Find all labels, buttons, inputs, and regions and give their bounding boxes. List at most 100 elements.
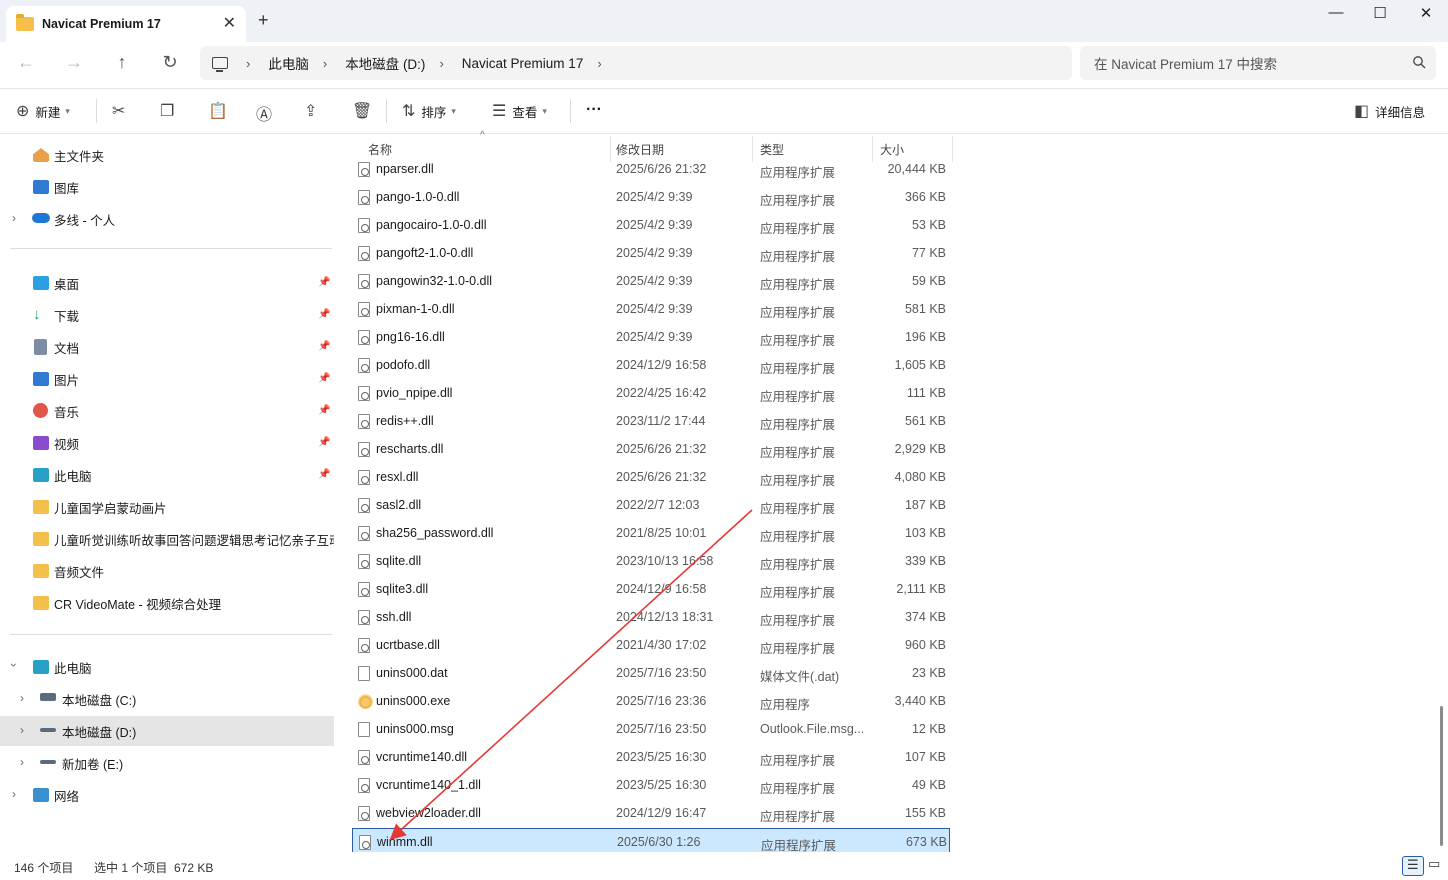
breadcrumb-this-pc[interactable]: 此电脑 (268, 53, 309, 73)
new-button[interactable]: ⊕ 新建 ▾ (16, 101, 70, 121)
table-row[interactable]: rescharts.dll 2025/6/26 21:32 应用程序扩展 2,929 … (352, 436, 950, 464)
forward-button[interactable]: → (62, 52, 86, 73)
breadcrumb-drive-d[interactable]: 本地磁盘 (D:) (345, 53, 425, 73)
close-tab-icon[interactable]: ✕ (223, 13, 236, 33)
pin-icon[interactable]: 📌 (318, 373, 330, 384)
up-button[interactable]: ↑ (110, 52, 134, 73)
rename-button[interactable]: Ⓐ (256, 101, 278, 125)
pin-icon[interactable]: 📌 (318, 437, 330, 448)
command-bar: ⊕ 新建 ▾ ✂ ❐ 📋 Ⓐ ⇪ 🗑 ⇅ 排序 ▾ ☰ 查看 ▾ ··· ◧ 详… (0, 88, 1448, 134)
table-row[interactable]: redis++.dll 2023/11/2 17:44 应用程序扩展 561 KB (352, 408, 950, 436)
back-button[interactable]: ← (14, 52, 38, 73)
sidebar-item-desktop[interactable]: 桌面 📌 (0, 268, 334, 298)
sidebar-item-folder[interactable]: CR VideoMate - 视频综合处理 (0, 588, 334, 618)
close-window-button[interactable]: ✕ (1406, 4, 1446, 22)
table-row[interactable]: webview2loader.dll 2024/12/9 16:47 应用程序扩展 1… (352, 800, 950, 828)
sidebar-item-folder[interactable]: 儿童国学启蒙动画片 (0, 492, 334, 522)
file-name: vcruntime140_1.dll (376, 778, 481, 792)
breadcrumb-separator[interactable]: › (439, 56, 443, 71)
copy-button[interactable]: ❐ (160, 101, 180, 121)
sidebar-item-pictures[interactable]: 图片 📌 (0, 364, 334, 394)
drive-icon (40, 760, 56, 764)
sidebar-item-drive-d[interactable]: › 本地磁盘 (D:) (0, 716, 334, 746)
sidebar-item-onedrive[interactable]: › 多线 - 个人 (0, 204, 334, 234)
maximize-button[interactable]: ☐ (1360, 4, 1400, 22)
breadcrumb-separator[interactable]: › (323, 56, 327, 71)
table-row[interactable]: sasl2.dll 2022/2/7 12:03 应用程序扩展 187 KB (352, 492, 950, 520)
table-row[interactable]: sqlite3.dll 2024/12/9 16:58 应用程序扩展 2,111 KB (352, 576, 950, 604)
pin-icon[interactable]: 📌 (318, 309, 330, 320)
table-row[interactable]: unins000.dat 2025/7/16 23:50 媒体文件(.dat) 23 … (352, 660, 950, 688)
view-button[interactable]: ☰ 查看 ▾ (492, 101, 547, 121)
sidebar-item-network[interactable]: › 网络 (0, 780, 334, 810)
sidebar-item-documents[interactable]: 文档 📌 (0, 332, 334, 362)
refresh-button[interactable]: ↻ (158, 52, 182, 73)
pin-icon[interactable]: 📌 (318, 341, 330, 352)
table-row[interactable]: resxl.dll 2025/6/26 21:32 应用程序扩展 4,080 KB (352, 464, 950, 492)
table-row[interactable]: ucrtbase.dll 2021/4/30 17:02 应用程序扩展 960 KB (352, 632, 950, 660)
chevron-right-icon[interactable]: › (12, 787, 16, 801)
tab-navicat[interactable]: Navicat Premium 17 ✕ (6, 6, 246, 42)
table-row[interactable]: sha256_password.dll 2021/8/25 10:01 应用程序扩展… (352, 520, 950, 548)
file-name: ssh.dll (376, 610, 412, 624)
chevron-right-icon[interactable]: › (20, 755, 24, 769)
breadcrumb-navicat[interactable]: Navicat Premium 17 (462, 56, 584, 71)
breadcrumb-separator[interactable]: › (597, 56, 601, 71)
pin-icon[interactable]: 📌 (318, 469, 330, 480)
table-row[interactable]: pangoft2-1.0-0.dll 2025/4/2 9:39 应用程序扩展 77 … (352, 240, 950, 268)
table-row[interactable]: vcruntime140.dll 2023/5/25 16:30 应用程序扩展 107… (352, 744, 950, 772)
table-row[interactable]: sqlite.dll 2023/10/13 16:58 应用程序扩展 339 KB (352, 548, 950, 576)
table-row[interactable]: vcruntime140_1.dll 2023/5/25 16:30 应用程序扩展 4… (352, 772, 950, 800)
new-tab-button[interactable]: + (258, 10, 269, 31)
more-options-button[interactable]: ··· (586, 101, 602, 119)
sidebar-item-folder[interactable]: 音频文件 (0, 556, 334, 586)
sort-button[interactable]: ⇅ 排序 ▾ (402, 101, 456, 121)
sidebar-item-this-pc[interactable]: › 此电脑 (0, 652, 334, 682)
table-row[interactable]: pixman-1-0.dll 2025/4/2 9:39 应用程序扩展 581 KB (352, 296, 950, 324)
table-row[interactable]: unins000.exe 2025/7/16 23:36 应用程序 3,440 KB (352, 688, 950, 716)
pin-icon[interactable]: 📌 (318, 405, 330, 416)
pin-icon[interactable]: 📌 (318, 277, 330, 288)
chevron-right-icon[interactable]: › (12, 211, 16, 225)
share-button[interactable]: ⇪ (304, 101, 323, 121)
details-pane-button[interactable]: ◧ 详细信息 (1354, 101, 1425, 121)
sidebar-item-label: 儿童听觉训练听故事回答问题逻辑思考记忆亲子互动 (54, 533, 334, 548)
table-row[interactable]: podofo.dll 2024/12/9 16:58 应用程序扩展 1,605 KB (352, 352, 950, 380)
sidebar-item-this-pc-pinned[interactable]: 此电脑 📌 (0, 460, 334, 490)
sidebar-item-home[interactable]: 主文件夹 (0, 140, 334, 170)
vertical-scrollbar[interactable] (1436, 136, 1446, 852)
sidebar-item-drive-e[interactable]: › 新加卷 (E:) (0, 748, 334, 778)
table-row[interactable]: pangocairo-1.0-0.dll 2025/4/2 9:39 应用程序扩展 5… (352, 212, 950, 240)
large-icons-view-button[interactable]: ▭ (1426, 856, 1448, 876)
file-date: 2022/2/7 12:03 (616, 498, 700, 512)
table-row[interactable]: unins000.msg 2025/7/16 23:50 Outlook.File.… (352, 716, 950, 744)
sidebar-item-drive-c[interactable]: › 本地磁盘 (C:) (0, 684, 334, 714)
table-row[interactable]: pvio_npipe.dll 2022/4/25 16:42 应用程序扩展 111 K… (352, 380, 950, 408)
chevron-right-icon[interactable]: › (20, 691, 24, 705)
column-divider[interactable] (952, 136, 953, 162)
table-row[interactable]: ssh.dll 2024/12/13 18:31 应用程序扩展 374 KB (352, 604, 950, 632)
minimize-button[interactable]: — (1316, 4, 1356, 21)
cut-button[interactable]: ✂ (112, 101, 131, 121)
scrollbar-thumb[interactable] (1440, 706, 1443, 846)
chevron-down-icon[interactable]: › (7, 663, 21, 667)
delete-button[interactable]: 🗑 (352, 101, 378, 121)
sidebar-item-gallery[interactable]: 图库 (0, 172, 334, 202)
chevron-right-icon[interactable]: › (20, 723, 24, 737)
sidebar-item-label: 此电脑 (54, 469, 92, 484)
search-input[interactable]: 在 Navicat Premium 17 中搜索 (1080, 46, 1436, 80)
file-date: 2023/5/25 16:30 (616, 778, 707, 792)
address-bar[interactable]: › 此电脑 › 本地磁盘 (D:) › Navicat Premium 17 › (200, 46, 1072, 80)
table-row[interactable]: nparser.dll 2025/6/26 21:32 应用程序扩展 20,444 K… (352, 156, 950, 184)
breadcrumb-separator[interactable]: › (246, 56, 250, 71)
table-row[interactable]: png16-16.dll 2025/4/2 9:39 应用程序扩展 196 KB (352, 324, 950, 352)
details-view-button[interactable]: ☰ (1402, 856, 1424, 876)
sidebar-item-folder[interactable]: 儿童听觉训练听故事回答问题逻辑思考记忆亲子互动 (0, 524, 334, 554)
sidebar-item-downloads[interactable]: ↓ 下载 📌 (0, 300, 334, 330)
sidebar-item-videos[interactable]: 视频 📌 (0, 428, 334, 458)
table-row[interactable]: pangowin32-1.0-0.dll 2025/4/2 9:39 应用程序扩展 5… (352, 268, 950, 296)
sidebar-item-music[interactable]: 音乐 📌 (0, 396, 334, 426)
sort-ascending-icon: ^ (480, 130, 485, 141)
paste-button[interactable]: 📋 (208, 101, 234, 121)
table-row[interactable]: pango-1.0-0.dll 2025/4/2 9:39 应用程序扩展 366 KB (352, 184, 950, 212)
